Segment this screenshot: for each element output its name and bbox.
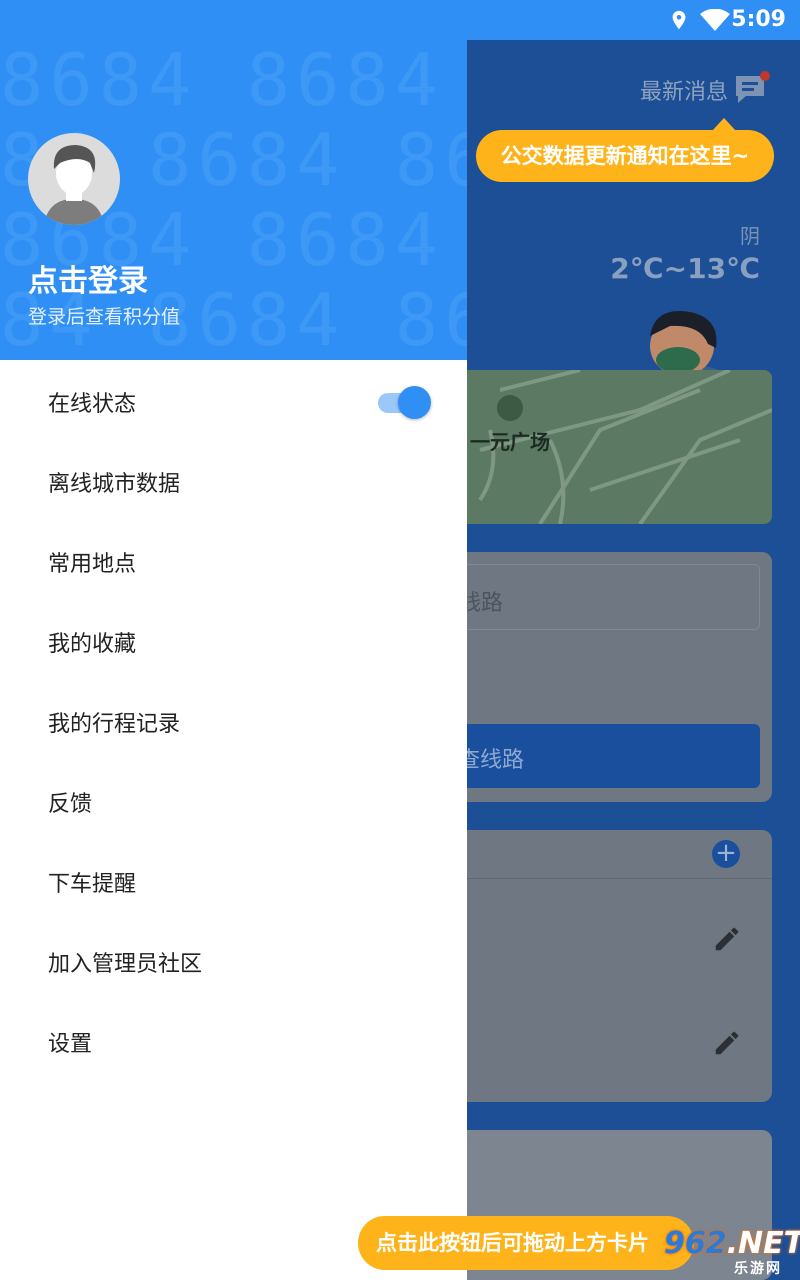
temperature-range: 2℃~13℃ [610,252,760,285]
news-tooltip: 公交数据更新通知在这里~ [476,118,774,182]
menu-item-offline-city-data[interactable]: 离线城市数据 [0,440,467,520]
edit-icon[interactable] [712,1028,742,1058]
clock: 5:09 [731,7,786,32]
login-title[interactable]: 点击登录 [28,256,148,300]
divider [440,878,772,879]
menu-item-arrival-reminder[interactable]: 下车提醒 [0,840,467,920]
weather-text: 阴 [740,224,760,248]
login-subtitle: 登录后查看积分值 [28,306,181,328]
drag-tooltip: 点击此按钮后可拖动上方卡片 [358,1216,694,1270]
avatar[interactable] [28,133,120,225]
add-icon[interactable]: + [712,840,740,868]
drawer-header: 8684 8684 8684 84 8684 8684 86 8684 8684… [0,40,467,360]
menu-item-join-admin-community[interactable]: 加入管理员社区 [0,920,467,1000]
menu-item-feedback[interactable]: 反馈 [0,760,467,840]
common-places-card: + [440,830,772,1102]
message-icon[interactable] [732,70,772,110]
wifi-icon [700,9,730,31]
drawer-menu: 在线状态 离线城市数据 常用地点 我的收藏 我的行程记录 反馈 下车提醒 加入管… [0,360,467,1080]
online-status-toggle[interactable] [376,386,432,420]
navigation-drawer: 8684 8684 8684 84 8684 8684 86 8684 8684… [0,40,467,1280]
edit-icon[interactable] [712,924,742,954]
search-route-button[interactable]: 查线路 [440,724,760,788]
menu-item-favorites[interactable]: 我的收藏 [0,600,467,680]
search-card: 线路 查线路 [440,552,772,802]
latest-news-label[interactable]: 最新消息 [640,74,728,106]
menu-item-trip-history[interactable]: 我的行程记录 [0,680,467,760]
menu-item-online-status[interactable]: 在线状态 [0,360,467,440]
menu-item-common-places[interactable]: 常用地点 [0,520,467,600]
route-search-input[interactable]: 线路 [440,564,760,630]
map-place-label: 一元广场 [470,430,550,454]
menu-item-settings[interactable]: 设置 [0,1000,467,1080]
map-card[interactable]: 一元广场 [440,370,772,524]
user-icon [44,145,104,225]
status-bar: 5:09 [0,0,800,40]
watermark-logo: 962.NET 乐游网 [664,1226,800,1277]
location-icon [672,10,686,30]
